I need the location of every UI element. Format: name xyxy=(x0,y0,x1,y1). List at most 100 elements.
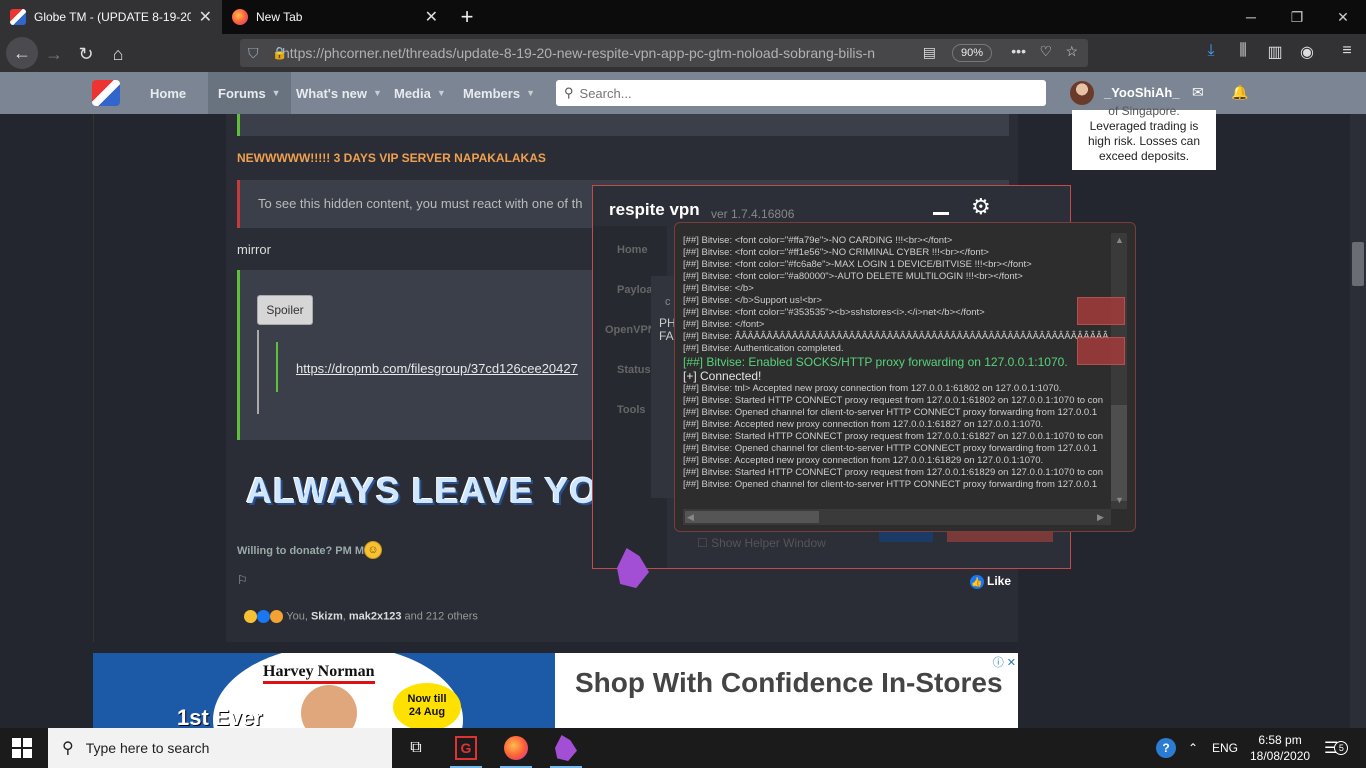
nav-media[interactable]: Media ▼ xyxy=(384,72,456,114)
scroll-up-arrow-icon[interactable]: ▲ xyxy=(1115,235,1124,245)
log-line: [##] Bitvise: </b> xyxy=(683,283,754,294)
tray-chevron-up-icon[interactable]: ⌃ xyxy=(1188,728,1198,768)
log-line: [##] Bitvise: <font color="#ffa79e">-NO … xyxy=(683,235,953,246)
clear-log-button[interactable] xyxy=(1077,337,1125,365)
shield-icon[interactable]: ⛉ xyxy=(248,45,259,62)
avatar[interactable] xyxy=(1070,81,1094,105)
firefox-taskbar-icon[interactable] xyxy=(492,728,540,768)
library-icon[interactable]: ⫼ xyxy=(1232,42,1254,60)
menu-hamburger-icon[interactable]: ≡ xyxy=(1336,42,1358,60)
page-actions-icon[interactable]: ••• xyxy=(1011,43,1026,59)
account-icon[interactable]: ◉ xyxy=(1296,42,1318,62)
page-scrollbar[interactable] xyxy=(1350,114,1366,728)
chevron-down-icon[interactable]: ▼ xyxy=(526,88,535,98)
chevron-down-icon[interactable]: ▼ xyxy=(437,88,446,98)
reactions-prefix: You, xyxy=(286,610,311,623)
forward-arrow-icon[interactable]: → xyxy=(40,40,68,68)
action-center-icon[interactable]: ☰ 5 xyxy=(1324,728,1349,768)
tab-globe-tm[interactable]: Globe TM - (UPDATE 8-19-20) ✕ xyxy=(0,0,222,34)
username[interactable]: _YooShiAh_ xyxy=(1104,85,1180,100)
gear-icon[interactable]: ⚙ xyxy=(971,194,991,220)
nav-label: Home xyxy=(150,85,187,101)
tab-new-tab[interactable]: New Tab ✕ xyxy=(222,0,448,34)
respite-vpn-taskbar-icon[interactable] xyxy=(542,728,590,768)
vpn-nav-openvpn[interactable]: OpenVPN xyxy=(605,324,656,336)
first-ever-text: 1st Ever xyxy=(177,705,263,728)
download-link[interactable]: https://dropmb.com/filesgroup/37cd126cee… xyxy=(296,361,592,376)
close-tab-icon[interactable]: ✕ xyxy=(425,7,438,27)
nav-label: Members xyxy=(463,85,521,101)
show-helper-label: Show Helper Window xyxy=(711,536,826,550)
badge-line: 24 Aug xyxy=(408,706,446,718)
reaction-user-link[interactable]: Skizm xyxy=(311,610,343,622)
harvey-norman-logo: Harvey Norman xyxy=(263,663,375,684)
vpn-nav-tools[interactable]: Tools xyxy=(617,404,646,416)
vpn-nav-status[interactable]: Status xyxy=(617,364,651,376)
close-tab-icon[interactable]: ✕ xyxy=(199,7,212,27)
ad-headline: Shop With Confidence In-Stores xyxy=(575,667,1003,698)
side-advertisement[interactable]: of Singapore. Leveraged trading is high … xyxy=(1072,104,1216,170)
windows-start-icon[interactable] xyxy=(12,738,32,758)
scroll-left-arrow-icon[interactable]: ◀ xyxy=(687,512,694,523)
phcorner-logo[interactable] xyxy=(92,80,120,106)
back-arrow-icon[interactable]: ← xyxy=(6,37,38,69)
site-search-input[interactable] xyxy=(579,85,1046,101)
address-bar[interactable]: ⛉ 🔒 https://phcorner.net/threads/update-… xyxy=(240,39,1088,67)
page-scrollbar-thumb[interactable] xyxy=(1352,242,1364,286)
log-horizontal-scroll-thumb[interactable] xyxy=(685,511,819,523)
nav-whats-new[interactable]: What's new ▼ xyxy=(286,72,392,114)
reaction-summary[interactable]: You, Skizm, mak2x123 and 212 others xyxy=(244,610,478,623)
url-text[interactable]: https://phcorner.net/threads/update-8-19… xyxy=(282,45,892,61)
reader-view-icon[interactable]: ▤ xyxy=(923,44,936,61)
close-window-icon[interactable]: ✕ xyxy=(1320,0,1366,34)
reaction-user-link[interactable]: mak2x123 xyxy=(349,610,402,622)
scroll-right-arrow-icon[interactable]: ▶ xyxy=(1097,512,1104,523)
refresh-button[interactable] xyxy=(1077,297,1125,325)
task-view-icon[interactable]: ⧉ xyxy=(392,728,440,768)
vpn-nav-home[interactable]: Home xyxy=(617,244,648,256)
app-icon-red[interactable]: G xyxy=(442,728,490,768)
report-flag-icon[interactable]: ⚐ xyxy=(237,573,248,587)
scroll-down-arrow-icon[interactable]: ▼ xyxy=(1115,495,1124,505)
bell-icon[interactable]: 🔔 xyxy=(1231,84,1248,101)
maximize-window-icon[interactable]: ❐ xyxy=(1274,0,1320,34)
log-line: [##] Bitvise: ÂÂÂÂÂÂÂÂÂÂÂÂÂÂÂÂÂÂÂÂÂÂÂÂÂÂ… xyxy=(683,331,1109,342)
downloads-icon[interactable]: ⤓ xyxy=(1200,42,1222,60)
zoom-level[interactable]: 90% xyxy=(951,44,992,62)
lock-icon[interactable]: 🔒 xyxy=(272,46,287,60)
site-search-box[interactable]: ⚲ xyxy=(556,80,1046,106)
nav-home[interactable]: Home xyxy=(140,72,196,114)
input-language[interactable]: ENG xyxy=(1212,728,1238,768)
log-output: [##] Bitvise: <font color="#ffa79e">-NO … xyxy=(683,235,1109,507)
show-helper-checkbox[interactable]: ☐ Show Helper Window xyxy=(697,536,826,550)
sidebar-icon[interactable]: ▥ xyxy=(1264,42,1286,62)
chevron-down-icon[interactable]: ▼ xyxy=(373,88,382,98)
reload-icon[interactable]: ↻ xyxy=(72,40,100,68)
spoiler-quote-bar xyxy=(276,342,278,392)
nav-members[interactable]: Members ▼ xyxy=(453,72,545,114)
home-icon[interactable]: ⌂ xyxy=(104,40,132,68)
bookmark-star-icon[interactable]: ☆ xyxy=(1065,43,1078,60)
adchoices-icon[interactable]: ⓘ ✕ xyxy=(993,654,1016,670)
log-vertical-scroll-thumb[interactable] xyxy=(1111,405,1127,501)
help-icon[interactable]: ? xyxy=(1156,728,1176,768)
always-leave-banner: ALWAYS LEAVE YO xyxy=(246,470,592,511)
smiley-emoji-icon: ☺ xyxy=(364,541,382,559)
spoiler-button[interactable]: Spoiler xyxy=(257,295,313,325)
taskbar-clock[interactable]: 6:58 pm 18/08/2020 xyxy=(1250,732,1310,764)
taskbar-search-box[interactable]: ⚲ Type here to search xyxy=(48,728,392,768)
nav-label: What's new xyxy=(296,85,367,101)
nav-forums[interactable]: Forums ▼ xyxy=(208,72,291,114)
envelope-icon[interactable]: ✉ xyxy=(1192,84,1204,101)
vpn-minimize-icon[interactable] xyxy=(933,212,949,215)
harvey-norman-ad[interactable]: Harvey Norman 1st Ever Now till 24 Aug S… xyxy=(93,653,1018,728)
log-line: [##] Bitvise: <font color="#ff1e56">-NO … xyxy=(683,247,989,258)
chevron-down-icon[interactable]: ▼ xyxy=(272,88,281,98)
ad-line: high risk. Losses can xyxy=(1087,134,1201,148)
now-till-badge: Now till 24 Aug xyxy=(393,683,461,728)
log-line: [##] Bitvise: <font color="#a80000">-AUT… xyxy=(683,271,1023,282)
like-button[interactable]: 👍 Like xyxy=(970,574,1011,589)
new-tab-plus-icon[interactable]: + xyxy=(454,4,480,30)
minimize-window-icon[interactable]: ─ xyxy=(1228,0,1274,34)
pocket-icon[interactable]: ♡ xyxy=(1039,43,1052,60)
